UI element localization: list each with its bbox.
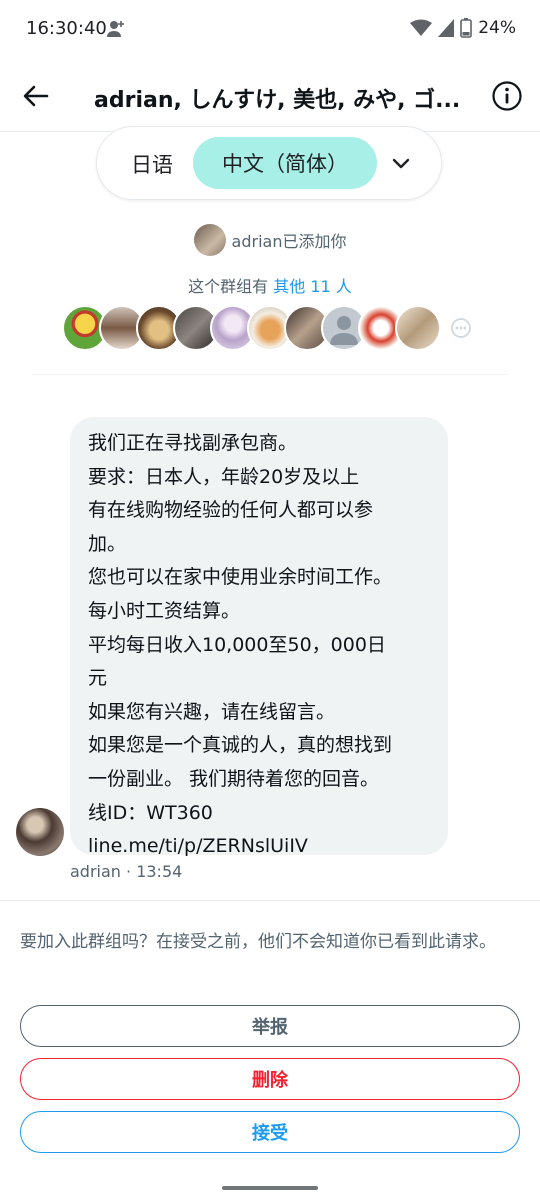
divider — [32, 374, 508, 375]
message-bubble[interactable]: 我们正在寻找副承包商。 要求：日本人，年龄20岁及以上 有在线购物经验的任何人都… — [70, 417, 448, 857]
message-line: 每小时工资结算。 — [88, 599, 241, 622]
back-button[interactable] — [16, 78, 56, 114]
target-language-label: 中文（简体） — [222, 152, 348, 176]
avatar[interactable] — [193, 224, 226, 256]
accept-button[interactable]: 接受 — [20, 1111, 520, 1153]
signal-icon — [438, 19, 455, 37]
message-line: 有在线购物经验的任何人都可以参 — [88, 499, 374, 522]
message-line: 平均每日收入10,000至50，000日 — [88, 633, 386, 656]
added-notice: adrian已添加你 — [0, 224, 540, 256]
conversation-title: adrian, しんすけ, 美也, みや, ゴ... — [94, 88, 461, 113]
avatar — [395, 305, 441, 351]
message-line: 如果您有兴趣，请在线留言。 — [88, 700, 336, 723]
report-button[interactable]: 举报 — [20, 1005, 520, 1047]
message-line: 如果您是一个真诚的人，真的想找到 — [88, 734, 393, 757]
added-text: adrian已添加你 — [231, 232, 347, 251]
member-avatar-row[interactable] — [62, 305, 476, 353]
more-members-icon — [451, 318, 471, 338]
conversation-header: adrian, しんすけ, 美也, みや, ゴ... — [0, 60, 540, 132]
divider — [0, 900, 540, 901]
status-bar: 16:30:40 24% — [0, 0, 540, 60]
message-link[interactable]: line.me/ti/p/ZERNslUiIV — [88, 830, 430, 864]
battery-level: 24% — [478, 18, 516, 38]
status-right: 24% — [410, 18, 516, 38]
message-line: 一份副业。 我们期待着您的回音。 — [88, 767, 380, 790]
group-members-link[interactable]: 其他 11 人 — [273, 277, 352, 296]
target-language-option[interactable]: 中文（简体） — [193, 137, 377, 189]
home-indicator[interactable] — [222, 1186, 318, 1190]
message-meta: adrian · 13:54 — [70, 862, 183, 881]
status-time: 16:30:40 — [26, 18, 107, 39]
sender-avatar[interactable] — [16, 808, 64, 856]
delete-button[interactable]: 删除 — [20, 1058, 520, 1100]
arrow-left-icon — [23, 85, 49, 107]
group-info-prefix: 这个群组有 — [188, 277, 274, 296]
message-line: 线ID：WT360 — [88, 801, 213, 824]
wifi-icon — [410, 19, 433, 36]
message-line: 元 — [88, 667, 108, 690]
message-line: 您也可以在家中使用业余时间工作。 — [88, 566, 393, 589]
message-line: 我们正在寻找副承包商。 — [88, 432, 298, 454]
info-icon[interactable] — [490, 79, 524, 113]
message-line: 要求：日本人，年龄20岁及以上 — [88, 465, 360, 488]
person-add-icon — [107, 21, 124, 37]
chevron-down-icon[interactable] — [389, 151, 413, 175]
message-line: 加。 — [88, 532, 127, 555]
translation-bar: 日语 中文（简体） — [96, 126, 442, 200]
source-language-option[interactable]: 日语 — [131, 149, 173, 179]
group-info: 这个群组有 其他 11 人 — [0, 273, 540, 297]
join-prompt: 要加入此群组吗？在接受之前，他们不会知道你已看到此请求。 — [20, 932, 496, 952]
battery-icon — [460, 18, 473, 38]
